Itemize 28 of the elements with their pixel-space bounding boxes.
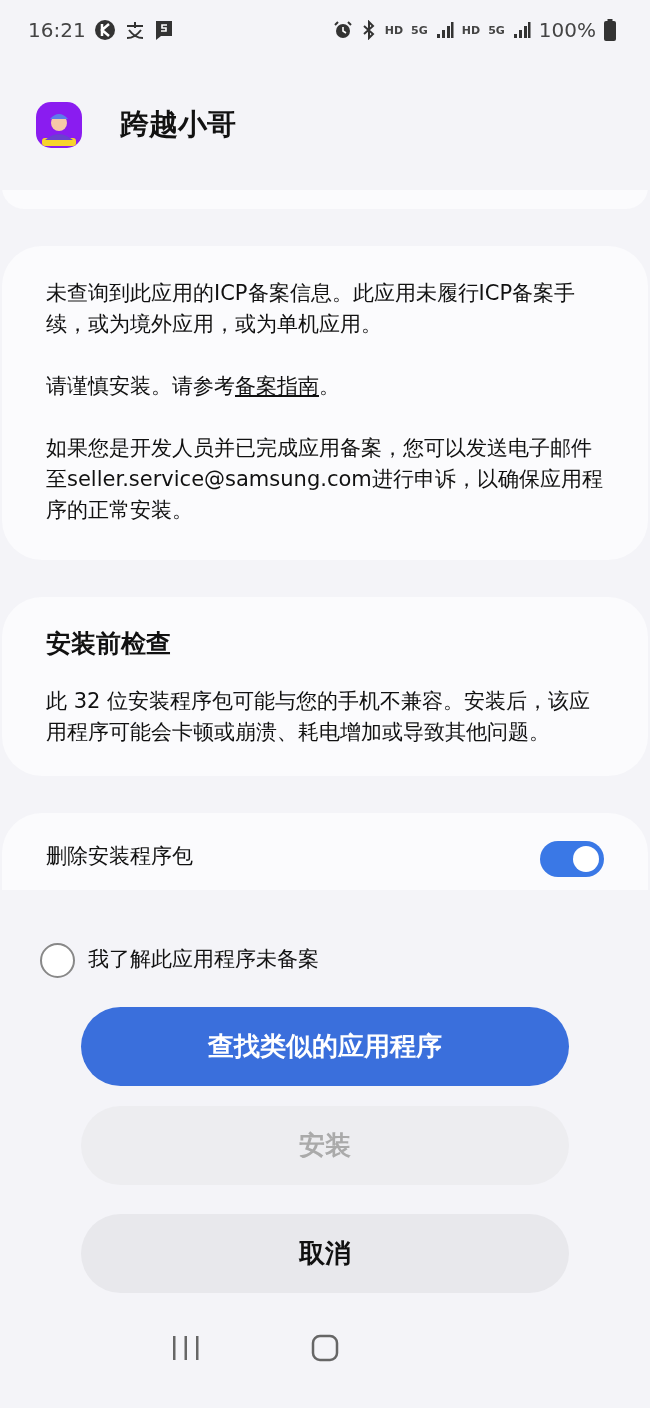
action-button[interactable]: 取消 bbox=[81, 1214, 569, 1293]
clock: 16:21 bbox=[28, 17, 86, 44]
battery-icon bbox=[604, 19, 616, 41]
network-label: 5G bbox=[411, 24, 428, 36]
circle-app-icon bbox=[93, 19, 116, 41]
network-label: HD bbox=[461, 24, 481, 36]
chat-bubble-icon bbox=[153, 19, 174, 41]
precheck-text: 此 32 位安装程序包可能与您的手机不兼容。安装后，该应用程序可能会卡顿或崩溃、耗电增加或导致其他问题。 bbox=[46, 688, 592, 747]
network-label: 5G bbox=[488, 24, 505, 36]
alarm-icon bbox=[332, 20, 353, 40]
guide-link[interactable]: 备案指南 bbox=[235, 373, 319, 398]
checkbox-label: 我了解此应用程序未备案 bbox=[88, 946, 319, 974]
notice-paragraph: 如果您是开发人员并已完成应用备案，您可以发送电子邮件至seller.service@samsung.com进行申诉，以确保应用程序的正常安装。 bbox=[46, 434, 604, 524]
option-label: 删除安装程序包 bbox=[46, 843, 193, 871]
network-label: HD bbox=[384, 24, 404, 36]
signal-icon bbox=[435, 21, 454, 39]
notice-paragraph: 请谨慎安装。请参考备案指南。 bbox=[46, 372, 341, 400]
toggle-switch[interactable] bbox=[540, 841, 604, 878]
find-similar-button[interactable]: 查找类似的应用程序 bbox=[81, 1007, 569, 1086]
recent-apps-icon[interactable] bbox=[171, 1335, 201, 1361]
notice-paragraph: 未查询到此应用的ICP备案信息。此应用未履行ICP备案手续，或为境外应用，或为单机应用。 bbox=[46, 279, 577, 338]
app-icon bbox=[36, 102, 82, 148]
signal-icon bbox=[512, 21, 531, 39]
section-title: 安装前检查 bbox=[46, 627, 172, 660]
app-name: 跨越小哥 bbox=[120, 106, 236, 144]
home-icon[interactable] bbox=[311, 1334, 339, 1362]
battery-percent: 100% bbox=[538, 17, 596, 44]
checkbox[interactable] bbox=[40, 942, 75, 978]
